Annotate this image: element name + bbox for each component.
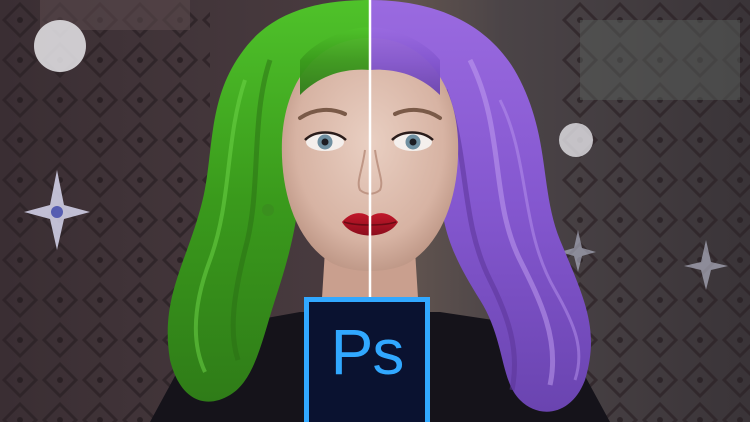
photoshop-logo: Ps bbox=[304, 297, 430, 422]
photoshop-logo-text: Ps bbox=[330, 316, 405, 388]
photo-scene: Ps bbox=[0, 0, 750, 422]
